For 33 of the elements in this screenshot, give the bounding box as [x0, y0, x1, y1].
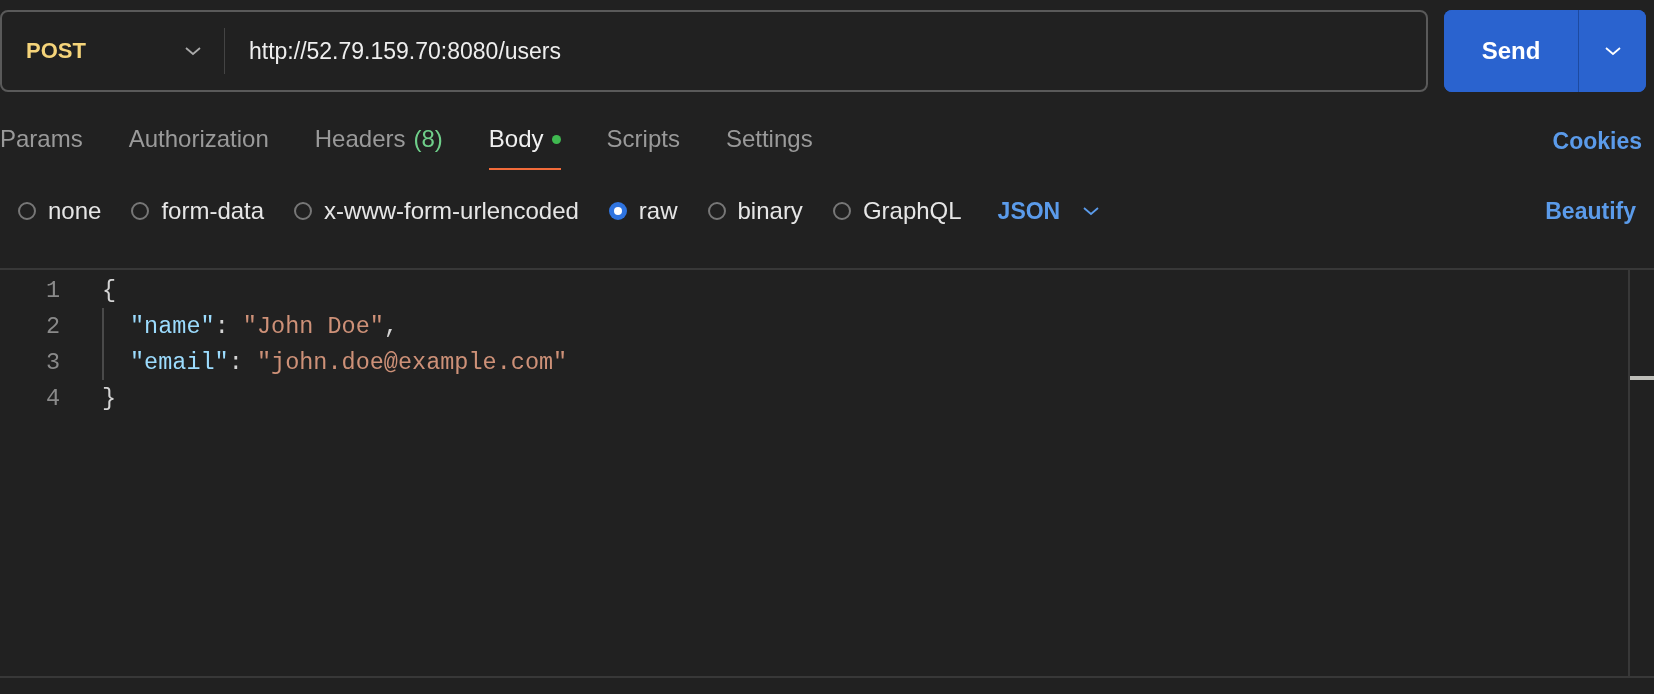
- tab[interactable]: Settings: [725, 110, 813, 170]
- scrollbar-thumb[interactable]: [1630, 376, 1654, 380]
- tab[interactable]: Headers (8): [314, 110, 443, 170]
- body-type-radio[interactable]: none: [18, 197, 102, 225]
- tab[interactable]: Authorization: [128, 110, 269, 170]
- header-count: (8): [413, 125, 443, 153]
- code-line: "email": "john.doe@example.com": [102, 344, 568, 380]
- tab[interactable]: Body: [488, 110, 561, 170]
- method-dropdown[interactable]: POST: [2, 12, 224, 90]
- url-field[interactable]: http://52.79.159.70:8080/users: [225, 12, 1426, 90]
- chevron-down-icon: [1082, 206, 1101, 216]
- body-type-radio[interactable]: GraphQL: [832, 197, 962, 225]
- line-number: 3: [44, 348, 60, 376]
- chevron-down-icon: [184, 46, 202, 56]
- scrollbar[interactable]: [1628, 270, 1654, 676]
- chevron-down-icon: [1603, 46, 1622, 56]
- code-line: "name": "John Doe",: [102, 308, 398, 344]
- tab[interactable]: Scripts: [606, 110, 680, 170]
- body-type-radio[interactable]: form-data: [131, 197, 265, 225]
- body-type-radio[interactable]: raw: [608, 197, 678, 225]
- body-type-radio[interactable]: binary: [707, 197, 803, 225]
- beautify-link[interactable]: Beautify: [1545, 197, 1636, 225]
- format-dropdown[interactable]: JSON: [991, 197, 1101, 225]
- tab[interactable]: Params: [0, 110, 83, 170]
- line-number: 4: [44, 384, 60, 412]
- cookies-link[interactable]: Cookies: [1552, 127, 1642, 155]
- line-number: 2: [44, 312, 60, 340]
- code-line: {: [102, 275, 117, 306]
- code-line: }: [102, 383, 117, 414]
- send-options-button[interactable]: [1578, 10, 1646, 92]
- line-number: 1: [44, 276, 60, 304]
- code-editor[interactable]: 1 { 2 "name": "John Doe", 3 "email": "john.doe@example.com" 4 }: [0, 270, 1628, 676]
- body-type-radio[interactable]: x-www-form-urlencoded: [294, 197, 579, 225]
